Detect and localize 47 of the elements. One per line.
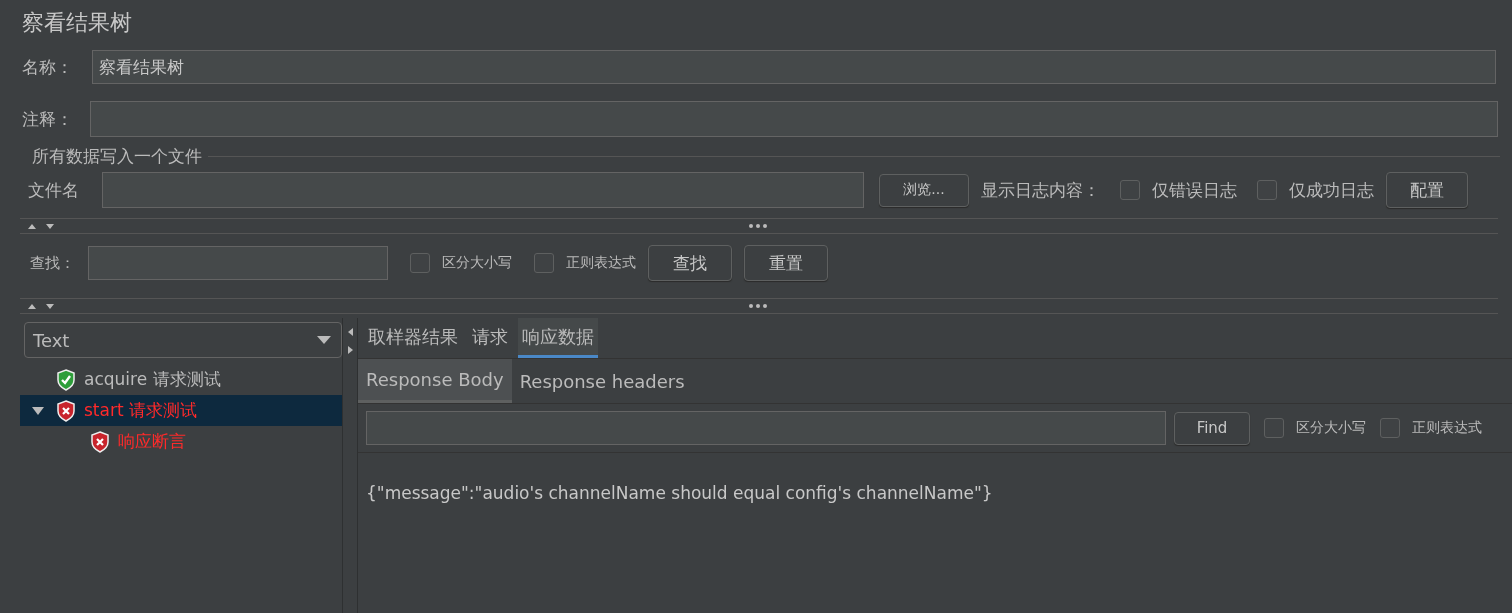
tree-label: acquire 请求测试	[84, 368, 221, 391]
checkbox[interactable]	[534, 253, 554, 273]
name-field[interactable]: 察看结果树	[92, 50, 1496, 84]
checkbox[interactable]	[1380, 418, 1400, 438]
find-field[interactable]	[366, 411, 1166, 445]
tab[interactable]: 请求	[468, 318, 512, 358]
panel-title: 察看结果树	[21, 9, 133, 37]
find-button[interactable]: Find	[1174, 411, 1250, 445]
drag-handle-icon[interactable]	[748, 223, 768, 229]
tree-label: start 请求测试	[84, 399, 197, 422]
search-button[interactable]: 查找	[648, 245, 732, 281]
caret-icon	[317, 336, 331, 344]
tab[interactable]: 取样器结果	[364, 318, 462, 358]
tab[interactable]: Response Body	[358, 359, 512, 403]
name-label: 名称：	[22, 55, 74, 79]
tab[interactable]: 响应数据	[518, 318, 598, 358]
checkbox[interactable]	[1257, 180, 1277, 200]
checkbox-label: 仅成功日志	[1289, 178, 1374, 202]
checkbox-label: 区分大小写	[442, 254, 512, 272]
search-button[interactable]: 重置	[744, 245, 828, 281]
filename-label: 文件名	[27, 178, 80, 202]
checkbox[interactable]	[1120, 180, 1140, 200]
checkbox[interactable]	[1264, 418, 1284, 438]
browse-button[interactable]: 浏览...	[879, 173, 969, 207]
tab[interactable]: Response headers	[511, 359, 693, 403]
tree-row[interactable]: start 请求测试	[20, 395, 342, 426]
config-button[interactable]: 配置	[1386, 172, 1468, 208]
renderer-dropdown[interactable]: Text	[24, 322, 342, 358]
filename-field[interactable]	[102, 172, 864, 208]
comment-label: 注释：	[22, 107, 74, 131]
search-field[interactable]	[88, 246, 388, 280]
search-label: 查找：	[30, 253, 76, 273]
log-label: 显示日志内容：	[981, 178, 1100, 202]
tree-row[interactable]: acquire 请求测试	[20, 364, 342, 395]
tree-label: 响应断言	[118, 430, 186, 453]
group-legend: 所有数据写入一个文件	[22, 144, 208, 168]
checkbox-label: 正则表达式	[1412, 419, 1482, 437]
checkbox-label: 区分大小写	[1296, 419, 1366, 437]
collapse-arrows-icon[interactable]	[346, 326, 354, 356]
checkbox-label: 仅错误日志	[1152, 178, 1237, 202]
checkbox[interactable]	[410, 253, 430, 273]
checkbox-label: 正则表达式	[566, 254, 636, 272]
drag-handle-icon[interactable]	[748, 303, 768, 309]
expand-arrow-icon[interactable]	[32, 405, 44, 416]
tree-row[interactable]: 响应断言	[20, 426, 342, 457]
comment-field[interactable]	[90, 101, 1498, 137]
response-text: {"message":"audio's channelName should equal config's channelName"}	[366, 483, 993, 503]
